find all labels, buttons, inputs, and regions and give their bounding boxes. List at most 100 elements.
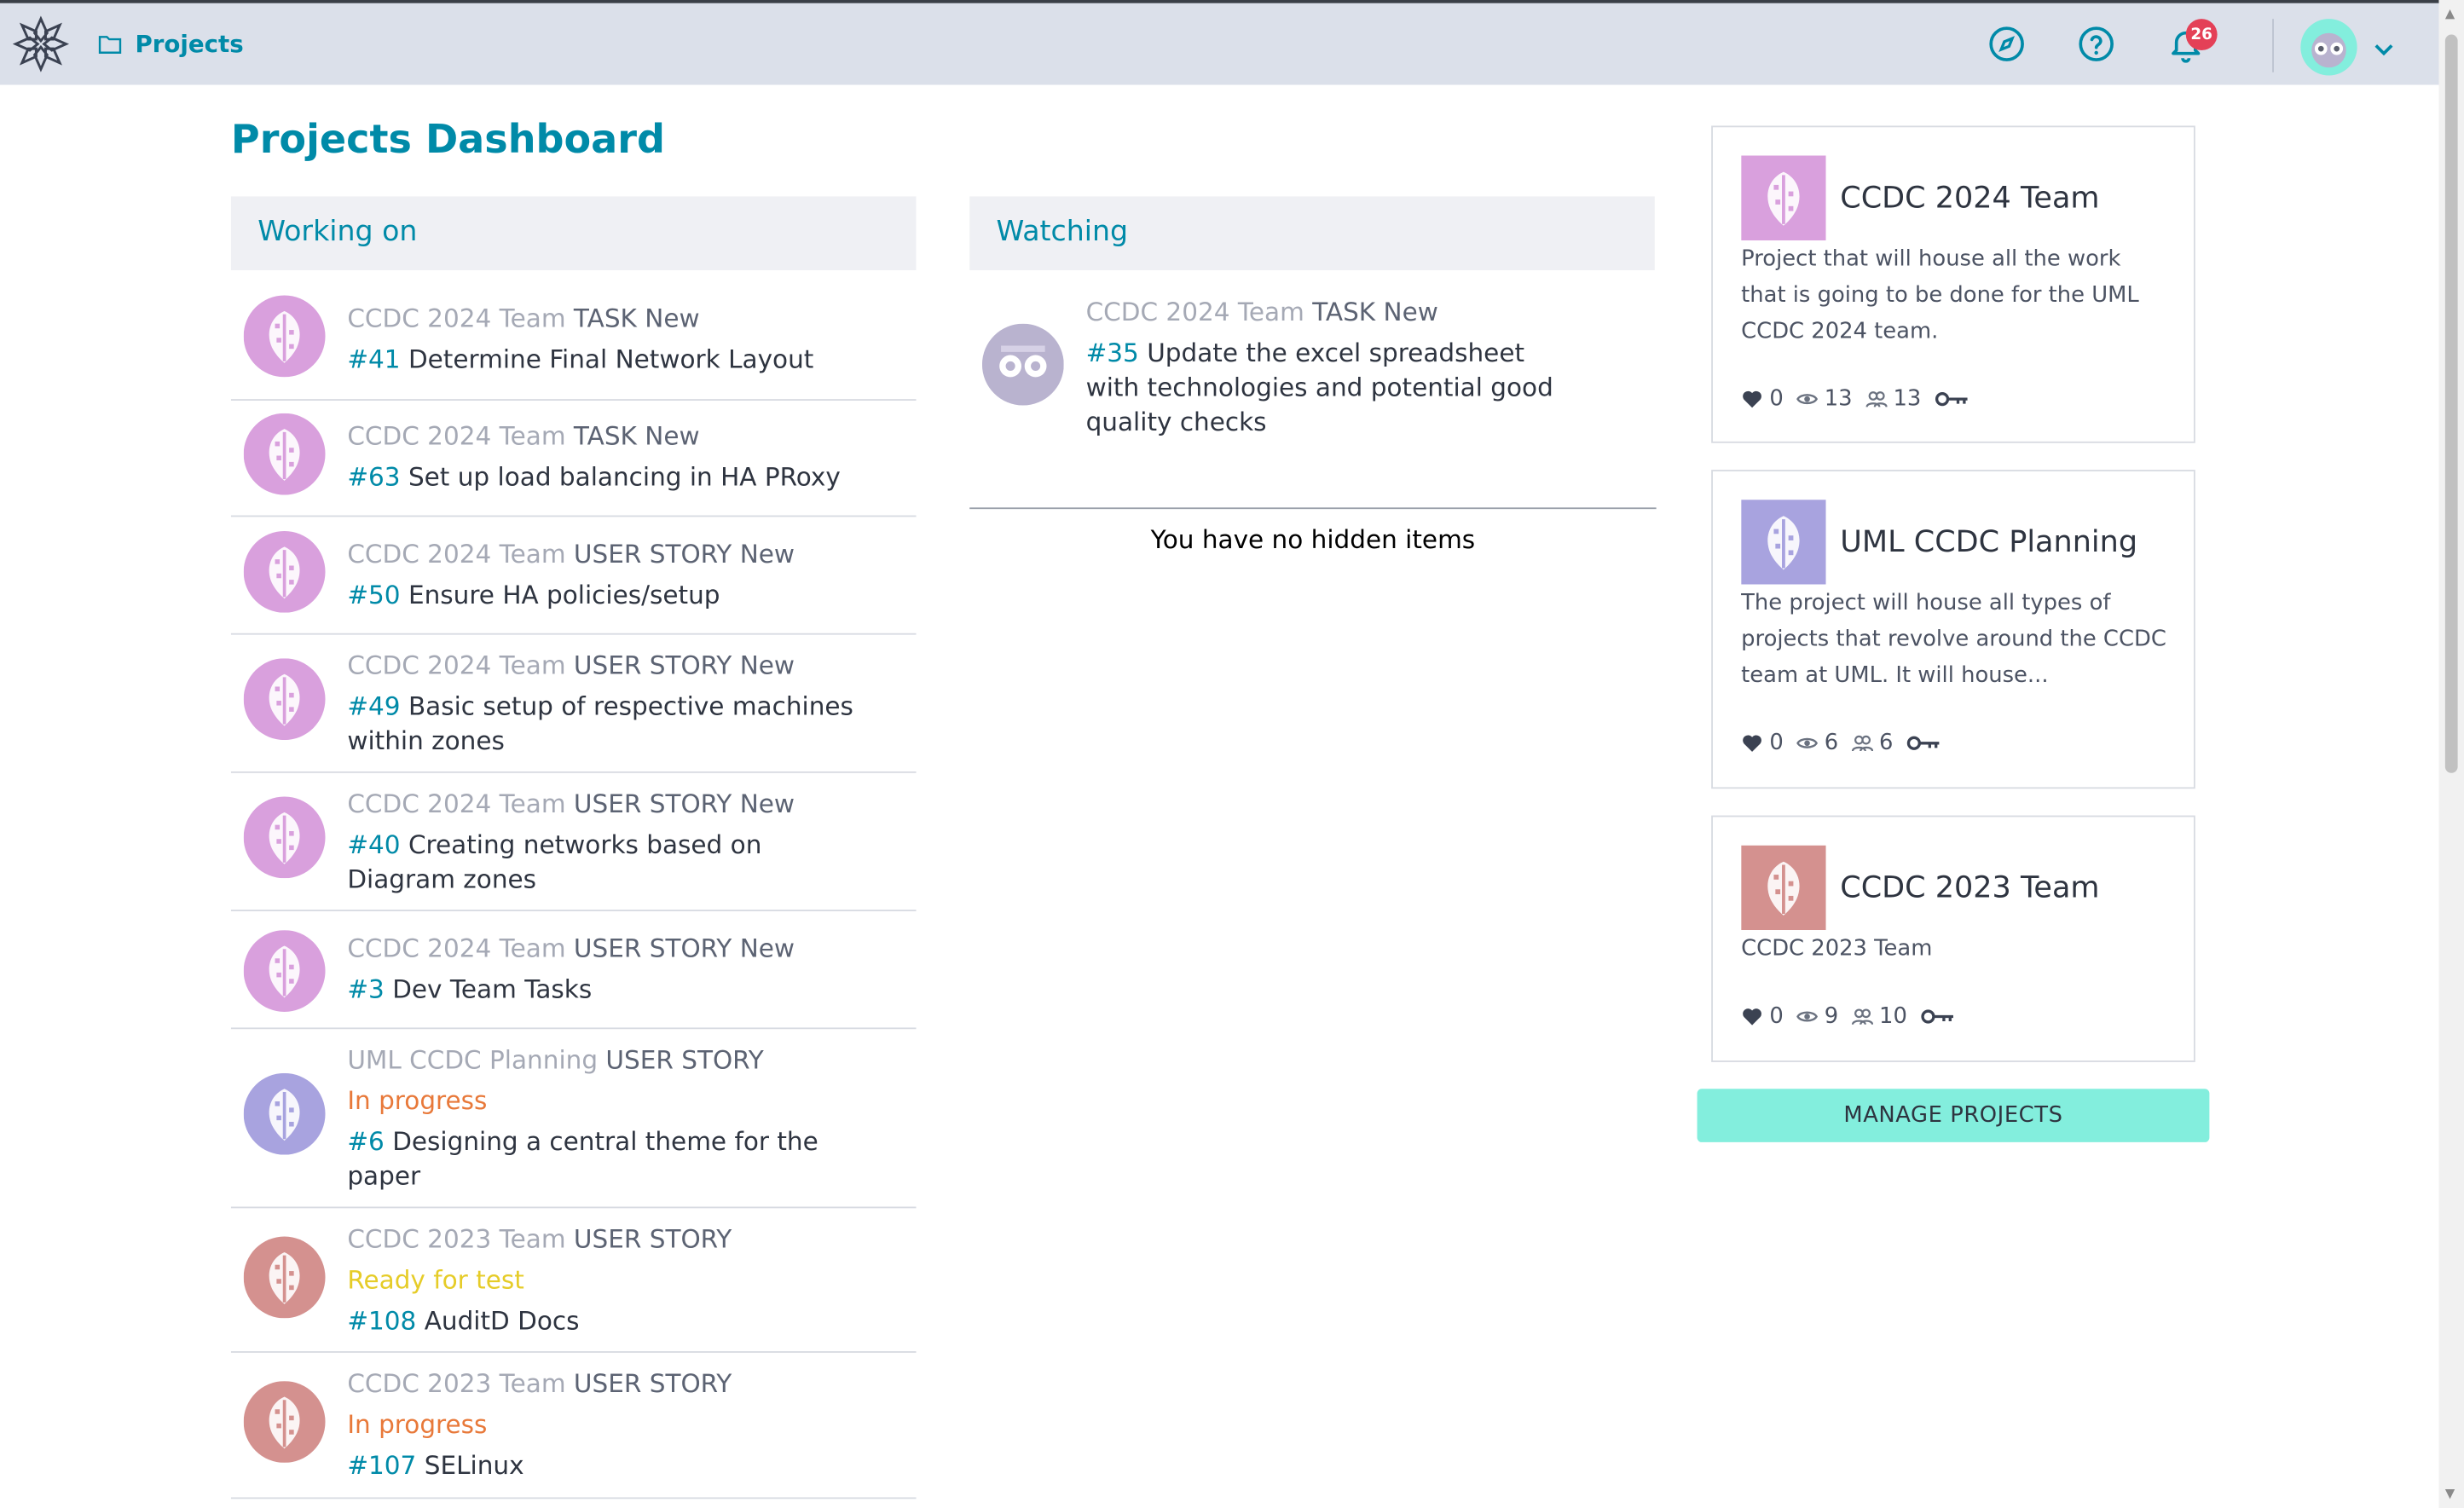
project-card[interactable]: CCDC 2024 Team Project that will house al… (1711, 125, 2195, 443)
list-item[interactable]: CCDC 2024 Team TASK New #63 Set up load b… (230, 401, 917, 517)
item-text: CCDC 2024 Team USER STORY New #49 Basic s… (347, 649, 865, 759)
project-card[interactable]: UML CCDC Planning The project will house … (1711, 470, 2195, 789)
heart-icon[interactable] (1741, 732, 1763, 754)
chevron-down-icon[interactable] (2369, 35, 2397, 63)
manage-projects-button[interactable]: MANAGE PROJECTS (1697, 1089, 2210, 1142)
eye-icon (1796, 1011, 1818, 1022)
watchers-count: 6 (1824, 731, 1839, 756)
item-meta: CCDC 2024 Team TASK New (347, 419, 865, 454)
eye-icon (1796, 394, 1818, 405)
item-subject: AuditD Docs (424, 1305, 580, 1336)
item-title[interactable]: #41 Determine Final Network Layout (347, 343, 865, 378)
project-avatar[interactable] (1741, 500, 1826, 585)
project-logo-icon (243, 1236, 326, 1319)
item-type: USER STORY (573, 789, 732, 819)
item-text: CCDC 2023 Team USER STORY Ready for test #… (347, 1222, 865, 1338)
breadcrumb[interactable]: Projects (97, 30, 244, 59)
item-status: New (739, 650, 795, 681)
scroll-up-icon[interactable]: ▲ (2445, 6, 2455, 20)
item-status-line: In progress (347, 1407, 865, 1442)
project-avatar (243, 530, 326, 613)
item-type: USER STORY (573, 650, 732, 681)
project-card[interactable]: CCDC 2023 Team CCDC 2023 Team 0 9 10 (1711, 815, 2195, 1062)
item-ref: #41 (347, 344, 401, 374)
list-item[interactable]: CCDC 2024 Team TASK New #41 Determine Fin… (230, 281, 917, 401)
project-name[interactable]: CCDC 2023 Team (1840, 870, 2099, 905)
project-logo-icon (243, 530, 326, 613)
scrollbar[interactable]: ▲ ▼ (2438, 0, 2464, 1508)
item-subject: Dev Team Tasks (392, 974, 593, 1004)
item-meta: CCDC 2024 Team TASK New (1086, 296, 1558, 331)
project-name[interactable]: UML CCDC Planning (1840, 525, 2137, 560)
item-text: CCDC 2024 Team TASK New #35 Update the ex… (1086, 296, 1558, 441)
list-item[interactable]: CCDC 2024 Team USER STORY New #3 Dev Team… (230, 911, 917, 1030)
scrollbar-thumb[interactable] (2444, 34, 2458, 773)
item-ref: #40 (347, 829, 401, 860)
hidden-items-message: You have no hidden items (969, 507, 1657, 555)
app-logo-icon[interactable] (12, 15, 70, 72)
project-avatar (243, 796, 326, 879)
project-avatar[interactable] (1741, 845, 1826, 931)
project-description: Project that will house all the work tha… (1741, 246, 2139, 344)
item-project: CCDC 2024 Team (347, 789, 566, 819)
list-item[interactable]: CCDC 2024 Team TASK New #35 Update the ex… (969, 281, 1656, 470)
list-item[interactable]: CCDC 2024 Team USER STORY New #50 Ensure … (230, 517, 917, 635)
item-status: New (645, 420, 700, 451)
item-subject: Ensure HA policies/setup (408, 580, 720, 610)
members-icon (1865, 391, 1888, 407)
list-item[interactable]: UML CCDC Planning USER STORY In progress #… (230, 1029, 917, 1209)
item-meta: CCDC 2023 Team USER STORY (347, 1222, 865, 1257)
item-ref: #108 (347, 1305, 417, 1336)
heart-icon[interactable] (1741, 1006, 1763, 1028)
item-type: USER STORY (573, 1368, 732, 1399)
item-ref: #3 (347, 974, 385, 1004)
item-title[interactable]: #6 Designing a central theme for the pap… (347, 1125, 865, 1194)
item-title[interactable]: #35 Update the excel spreadsheet with te… (1086, 336, 1558, 440)
members-stat: 10 (1851, 1004, 1907, 1029)
watchers-stat: 13 (1796, 386, 1853, 412)
key-icon (1935, 392, 1967, 407)
project-avatar (243, 1072, 326, 1155)
list-item[interactable]: CCDC 2024 Team USER STORY New #49 Basic s… (230, 635, 917, 773)
project-logo-icon (243, 295, 326, 378)
project-avatar (981, 323, 1064, 406)
item-status-line: Ready for test (347, 1263, 865, 1298)
watchers-stat: 9 (1796, 1003, 1839, 1030)
item-title[interactable]: #50 Ensure HA policies/setup (347, 578, 865, 613)
help-icon[interactable] (2078, 25, 2115, 62)
item-ref: #63 (347, 461, 401, 492)
item-meta: CCDC 2023 Team USER STORY (347, 1366, 865, 1401)
divider (2272, 19, 2274, 72)
members-count: 13 (1893, 386, 1922, 412)
compass-icon[interactable] (1988, 25, 2026, 62)
item-title[interactable]: #40 Creating networks based on Diagram z… (347, 828, 865, 897)
user-avatar[interactable] (2300, 19, 2357, 76)
item-title[interactable]: #49 Basic setup of respective machines w… (347, 690, 865, 759)
list-item[interactable]: CCDC 2024 Team USER STORY New #40 Creatin… (230, 773, 917, 911)
project-avatar[interactable] (1741, 155, 1826, 240)
item-title[interactable]: #63 Set up load balancing in HA PRoxy (347, 460, 865, 495)
list-item[interactable]: CCDC 2023 Team USER STORY Ready for test #… (230, 1208, 917, 1353)
item-status: In progress (347, 1085, 488, 1116)
key-icon (1920, 1009, 1953, 1024)
project-name[interactable]: CCDC 2024 Team (1840, 181, 2099, 216)
list-item[interactable]: CCDC 2023 Team USER STORY In progress #107… (230, 1353, 917, 1499)
item-text: CCDC 2024 Team USER STORY New #40 Creatin… (347, 787, 865, 897)
breadcrumb-label: Projects (135, 30, 244, 59)
heart-icon[interactable] (1741, 388, 1763, 410)
scroll-down-icon[interactable]: ▼ (2445, 1487, 2455, 1501)
watchers-count: 9 (1824, 1003, 1839, 1030)
item-type: USER STORY (573, 933, 732, 963)
item-status: In progress (347, 1409, 488, 1440)
item-status: New (739, 933, 795, 963)
item-title[interactable]: #107 SELinux (347, 1448, 865, 1483)
item-type: USER STORY (573, 1223, 732, 1254)
project-description: The project will house all types of proj… (1741, 591, 2166, 689)
item-subject: Creating networks based on Diagram zones (347, 829, 762, 894)
item-meta: CCDC 2024 Team USER STORY New (347, 932, 865, 967)
watchers-count: 13 (1824, 386, 1853, 412)
item-title[interactable]: #3 Dev Team Tasks (347, 973, 865, 1008)
item-status: New (739, 789, 795, 819)
item-title[interactable]: #108 AuditD Docs (347, 1304, 865, 1339)
item-status: New (645, 303, 700, 333)
